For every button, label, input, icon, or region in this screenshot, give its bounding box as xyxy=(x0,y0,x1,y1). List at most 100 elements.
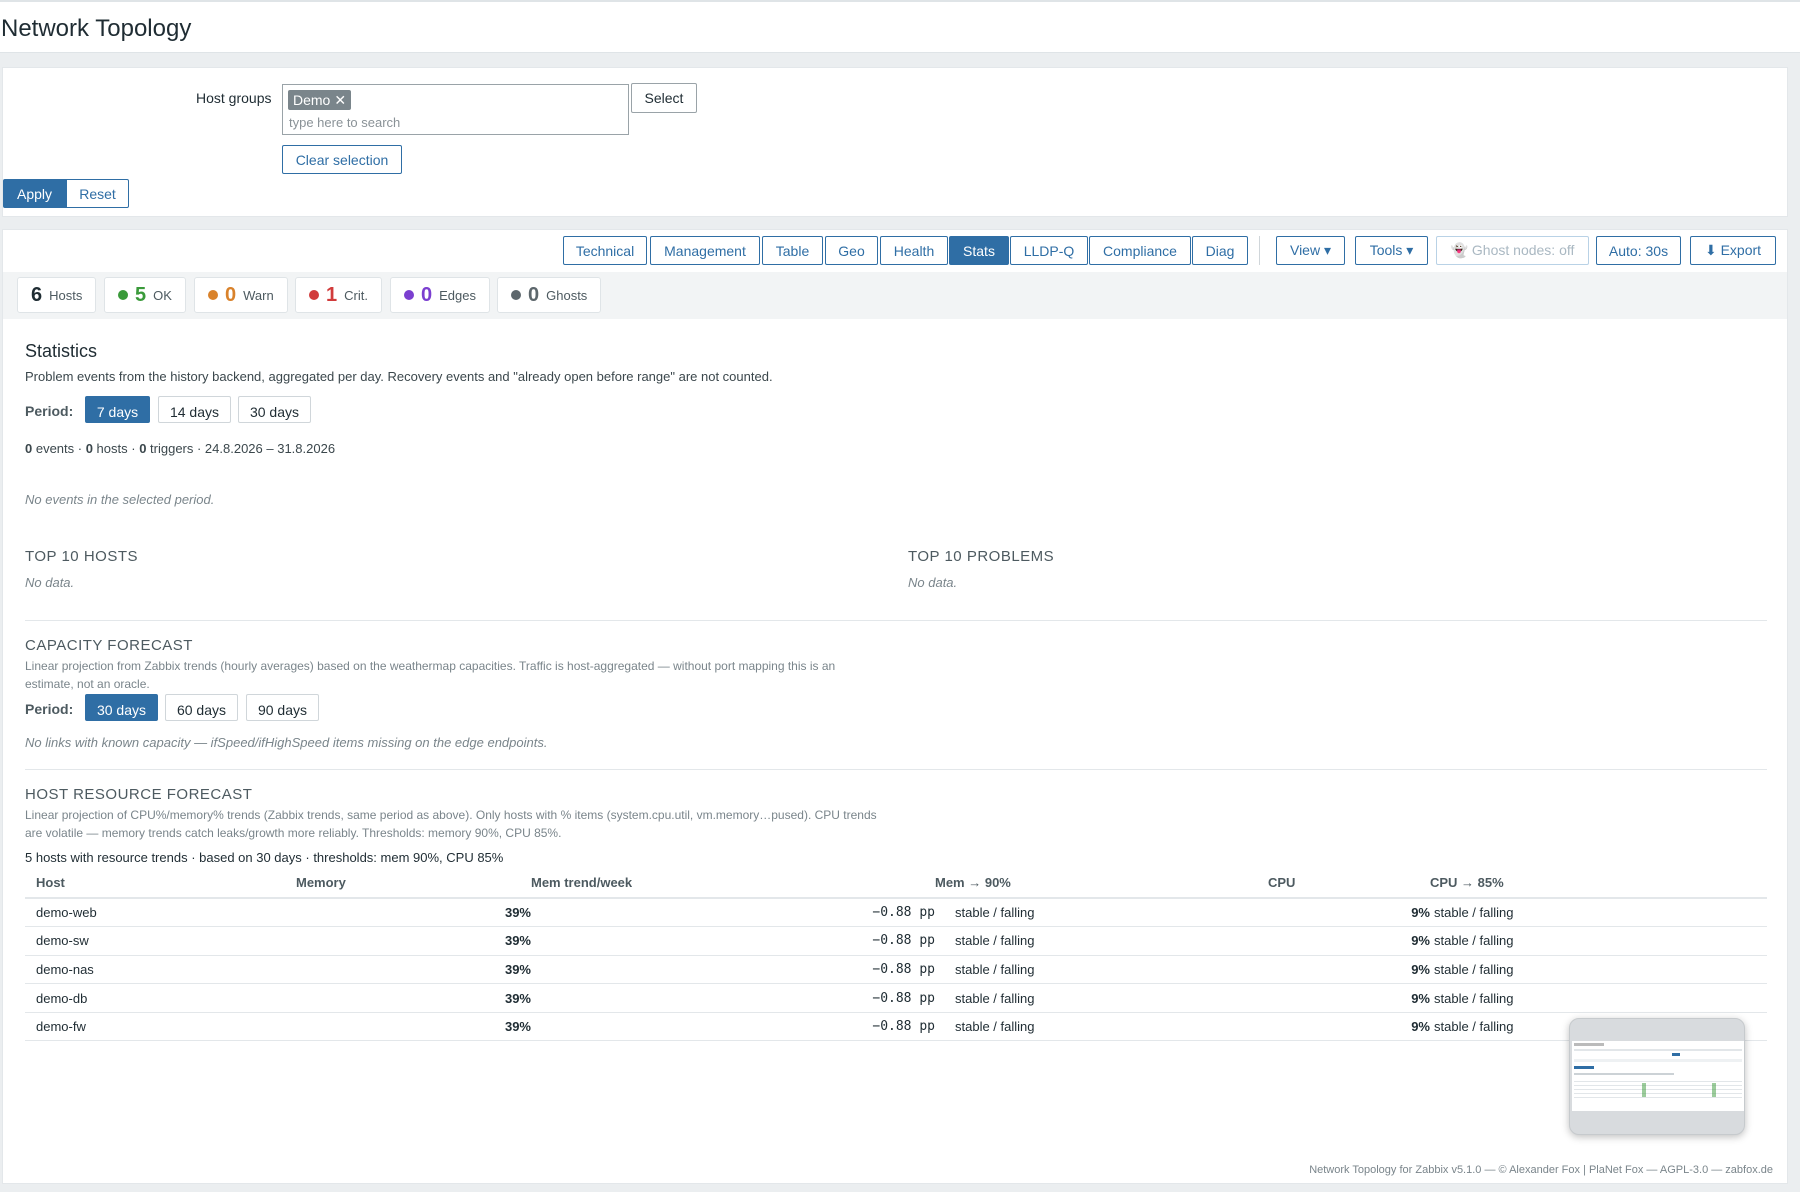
tab-management[interactable]: Management xyxy=(650,236,760,265)
cpu-value: 9% xyxy=(1268,955,1430,985)
column-memory: Memory xyxy=(296,875,346,890)
footer-credits: Network Topology for Zabbix v5.1.0 — © A… xyxy=(1309,1164,1773,1176)
clear-selection-button[interactable]: Clear selection xyxy=(282,145,402,174)
host-name: demo-web xyxy=(25,898,296,928)
capacity-period-30-days-button[interactable]: 30 days xyxy=(85,694,158,721)
filter-panel: Host groups Demo✕ Select Clear selection… xyxy=(2,67,1788,217)
screenshot-thumbnail[interactable] xyxy=(1569,1018,1745,1135)
table-row: demo-web 39% −0.88 pp stable / falling 9… xyxy=(25,898,1767,928)
tab-diag[interactable]: Diag xyxy=(1192,236,1248,265)
select-button[interactable]: Select xyxy=(631,83,697,113)
mem-eta-value: stable / falling xyxy=(935,955,1268,985)
view-dropdown-button[interactable]: View ▾ xyxy=(1276,236,1345,265)
divider xyxy=(25,620,1767,621)
top-hosts-empty: No data. xyxy=(25,575,75,590)
capacity-empty-message: No links with known capacity — ifSpeed/i… xyxy=(25,735,548,750)
column-mem-eta: Mem → 90% xyxy=(935,875,1011,890)
memory-value: 39% xyxy=(296,926,531,956)
capacity-period-90-days-button[interactable]: 90 days xyxy=(246,694,319,721)
host-name: demo-fw xyxy=(25,1012,296,1042)
host-name: demo-db xyxy=(25,983,296,1013)
column-mem-trend: Mem trend/week xyxy=(531,875,633,890)
cpu-value: 9% xyxy=(1268,898,1430,928)
mem-trend-value: −0.88 pp xyxy=(531,926,935,956)
host-name: demo-sw xyxy=(25,926,296,956)
column-cpu-eta: CPU → 85% xyxy=(1430,875,1504,890)
cpu-eta-value: stable / falling xyxy=(1430,983,1767,1013)
statistics-summary: 0 events · 0 hosts · 0 triggers · 24.8.2… xyxy=(25,441,336,456)
warn-status-dot-icon xyxy=(208,290,218,300)
mem-trend-value: −0.88 pp xyxy=(531,898,935,928)
table-row: demo-db 39% −0.88 pp stable / falling 9%… xyxy=(25,983,1767,1013)
export-button[interactable]: ⬇ Export xyxy=(1690,236,1776,265)
counter-crit: 1 Crit. xyxy=(295,277,382,313)
table-header-row: Host Memory Mem trend/week Mem → 90% CPU… xyxy=(25,868,1767,898)
host-group-chip: Demo ✕ xyxy=(288,90,352,110)
top-problems-empty: No data. xyxy=(908,575,958,590)
tab-table[interactable]: Table xyxy=(762,236,823,265)
thumbnail-preview xyxy=(1572,1041,1744,1111)
divider xyxy=(25,769,1767,770)
table-row: demo-sw 39% −0.88 pp stable / falling 9%… xyxy=(25,926,1767,956)
tools-dropdown-button[interactable]: Tools ▾ xyxy=(1355,236,1428,265)
mem-eta-value: stable / falling xyxy=(935,983,1268,1013)
mem-eta-value: stable / falling xyxy=(935,898,1268,928)
counter-warn: 0 Warn xyxy=(194,277,288,313)
mem-eta-value: stable / falling xyxy=(935,1012,1268,1042)
main-panel: Technical Management Table Geo Health St… xyxy=(2,229,1788,1184)
auto-refresh-button[interactable]: Auto: 30s xyxy=(1596,236,1681,265)
ghost-nodes-toggle[interactable]: 👻 Ghost nodes: off xyxy=(1436,236,1589,265)
cpu-eta-value: stable / falling xyxy=(1430,898,1767,928)
statistics-description: Problem events from the history backend,… xyxy=(25,369,773,384)
host-groups-search-input[interactable] xyxy=(289,113,619,131)
counter-bar: 6 Hosts 5 OK 0 Warn 1 Crit. 0 Edges 0 Gh… xyxy=(3,272,1787,319)
tab-technical[interactable]: Technical xyxy=(563,236,647,265)
chip-remove-icon[interactable]: ✕ xyxy=(334,92,346,108)
host-resource-table: Host Memory Mem trend/week Mem → 90% CPU… xyxy=(25,868,1767,1042)
memory-value: 39% xyxy=(296,983,531,1013)
statistics-title: Statistics xyxy=(25,341,98,361)
host-name: demo-nas xyxy=(25,955,296,985)
edges-dot-icon xyxy=(404,290,414,300)
page-header: Network Topology xyxy=(0,0,1800,53)
tab-geo[interactable]: Geo xyxy=(825,236,878,265)
table-row: demo-nas 39% −0.88 pp stable / falling 9… xyxy=(25,955,1767,985)
column-host: Host xyxy=(36,875,65,890)
counter-edges: 0 Edges xyxy=(390,277,490,313)
toolbar: Technical Management Table Geo Health St… xyxy=(3,230,1787,272)
host-resource-forecast-description: Linear projection of CPU%/memory% trends… xyxy=(25,808,877,840)
resource-summary: 5 hosts with resource trends · based on … xyxy=(25,850,504,865)
counter-ok: 5 OK xyxy=(104,277,186,313)
capacity-period-60-days-button[interactable]: 60 days xyxy=(165,694,238,721)
counter-hosts: 6 Hosts xyxy=(17,277,97,313)
mem-trend-value: −0.88 pp xyxy=(531,983,935,1013)
mem-trend-value: −0.88 pp xyxy=(531,955,935,985)
period-14-days-button[interactable]: 14 days xyxy=(158,396,231,423)
cpu-value: 9% xyxy=(1268,983,1430,1013)
crit-status-dot-icon xyxy=(309,290,319,300)
top-problems-title: TOP 10 PROBLEMS xyxy=(908,548,1055,565)
mem-trend-value: −0.88 pp xyxy=(531,1012,935,1042)
host-resource-forecast-title: HOST RESOURCE FORECAST xyxy=(25,786,253,803)
host-groups-label: Host groups xyxy=(196,90,272,106)
capacity-period-label: Period: xyxy=(25,701,74,717)
cpu-value: 9% xyxy=(1268,926,1430,956)
tab-stats[interactable]: Stats xyxy=(949,236,1009,265)
column-cpu: CPU xyxy=(1268,875,1296,890)
period-label: Period: xyxy=(25,403,74,419)
tab-health[interactable]: Health xyxy=(880,236,948,265)
reset-button[interactable]: Reset xyxy=(66,179,129,208)
no-events-message: No events in the selected period. xyxy=(25,492,215,507)
cpu-eta-value: stable / falling xyxy=(1430,955,1767,985)
apply-button[interactable]: Apply xyxy=(3,179,66,208)
table-row: demo-fw 39% −0.88 pp stable / falling 9%… xyxy=(25,1012,1767,1042)
host-groups-multiselect[interactable]: Demo ✕ xyxy=(282,84,629,135)
memory-value: 39% xyxy=(296,955,531,985)
page-title: Network Topology xyxy=(1,15,192,42)
thumbnail-preview-image xyxy=(1574,1043,1742,1098)
tab-compliance[interactable]: Compliance xyxy=(1089,236,1191,265)
period-7-days-button[interactable]: 7 days xyxy=(85,396,150,423)
tab-lldp-q[interactable]: LLDP-Q xyxy=(1010,236,1088,265)
period-30-days-button[interactable]: 30 days xyxy=(238,396,311,423)
counter-ghosts: 0 Ghosts xyxy=(497,277,602,313)
